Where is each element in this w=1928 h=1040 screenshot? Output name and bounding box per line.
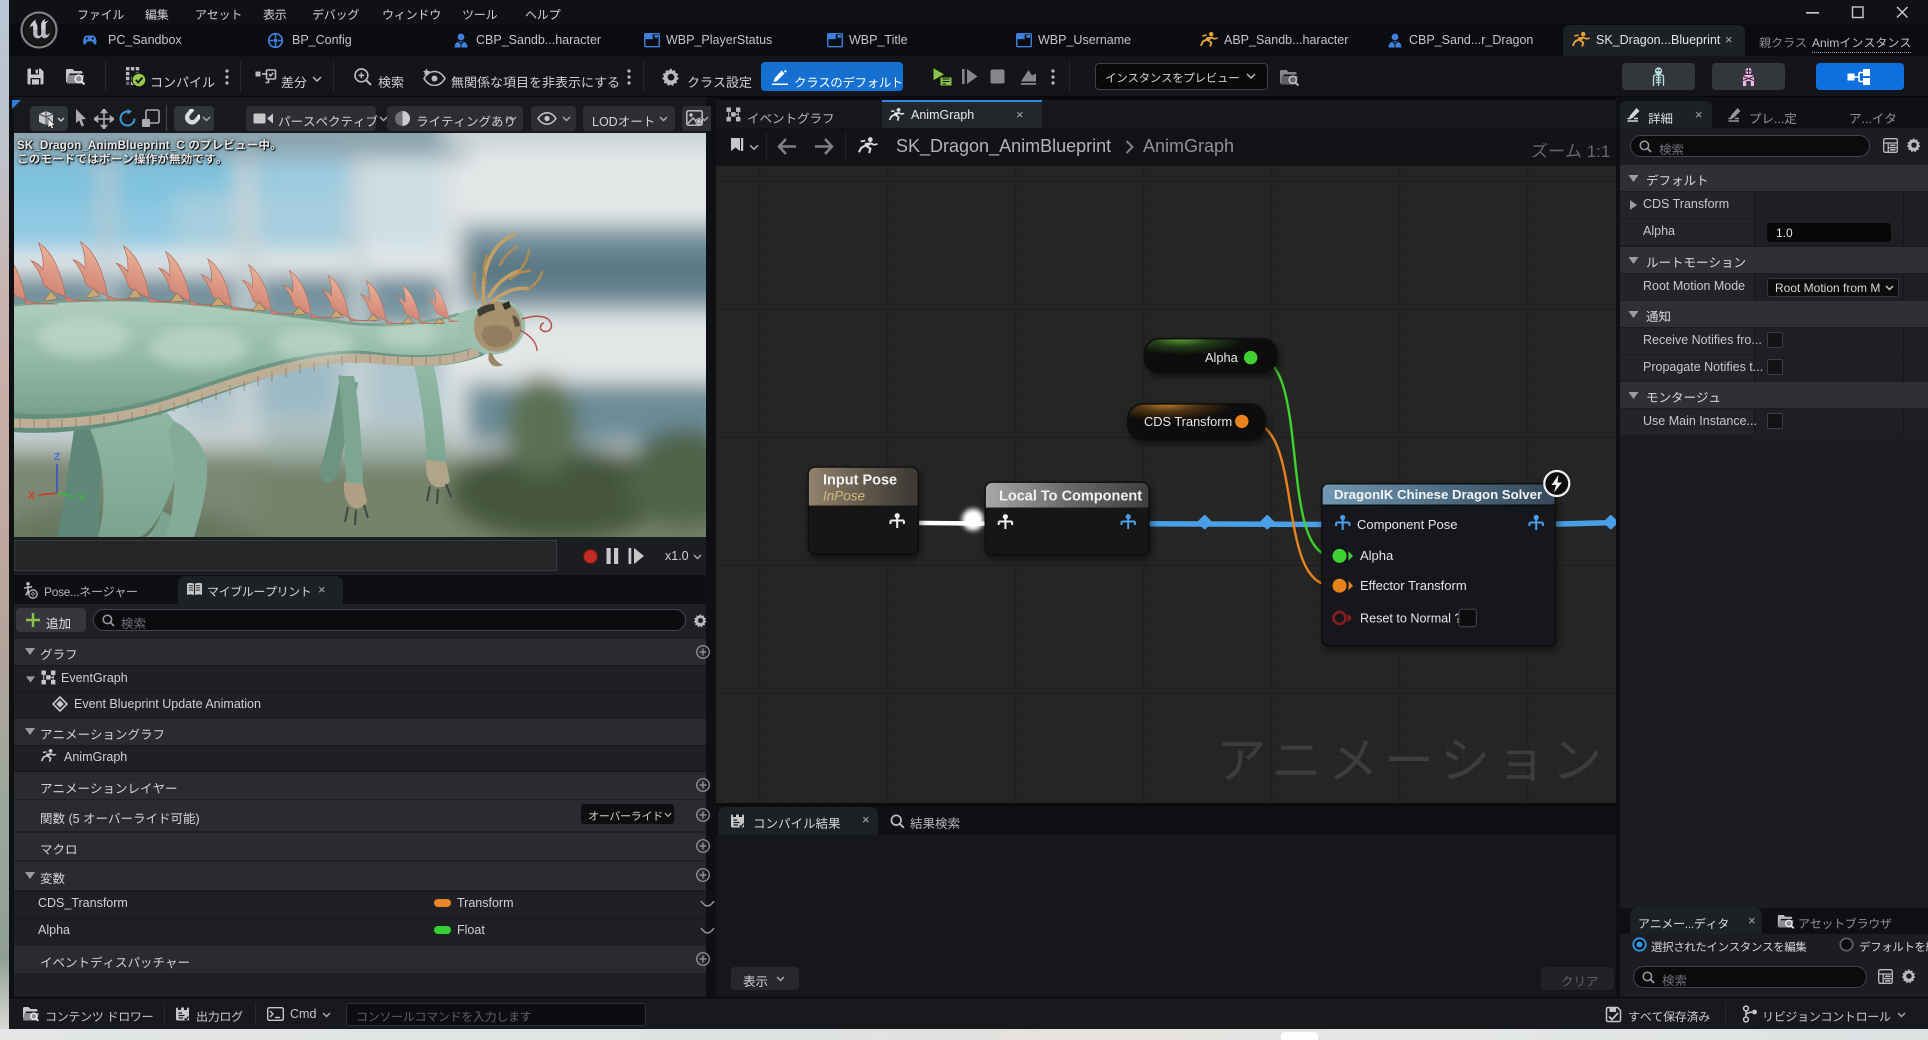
svg-text:Effector Transform: Effector Transform bbox=[1360, 578, 1467, 593]
svg-text:Alpha: Alpha bbox=[1205, 350, 1239, 365]
svg-text:X: X bbox=[28, 490, 35, 502]
svg-text:Local To Component: Local To Component bbox=[999, 489, 1142, 505]
svg-text:Component Pose: Component Pose bbox=[1357, 517, 1457, 532]
svg-text:CDS Transform: CDS Transform bbox=[1144, 414, 1232, 429]
svg-text:Y: Y bbox=[78, 492, 85, 504]
svg-text:Input Pose: Input Pose bbox=[823, 472, 897, 488]
svg-text:Reset to Normal ?: Reset to Normal ? bbox=[1360, 611, 1462, 625]
svg-text:DragonIK Chinese Dragon Solver: DragonIK Chinese Dragon Solver bbox=[1334, 487, 1542, 502]
svg-text:Z: Z bbox=[54, 451, 61, 463]
svg-text:Alpha: Alpha bbox=[1360, 548, 1394, 563]
svg-text:アニメーション: アニメーション bbox=[1216, 733, 1608, 789]
svg-text:InPose: InPose bbox=[823, 488, 865, 503]
